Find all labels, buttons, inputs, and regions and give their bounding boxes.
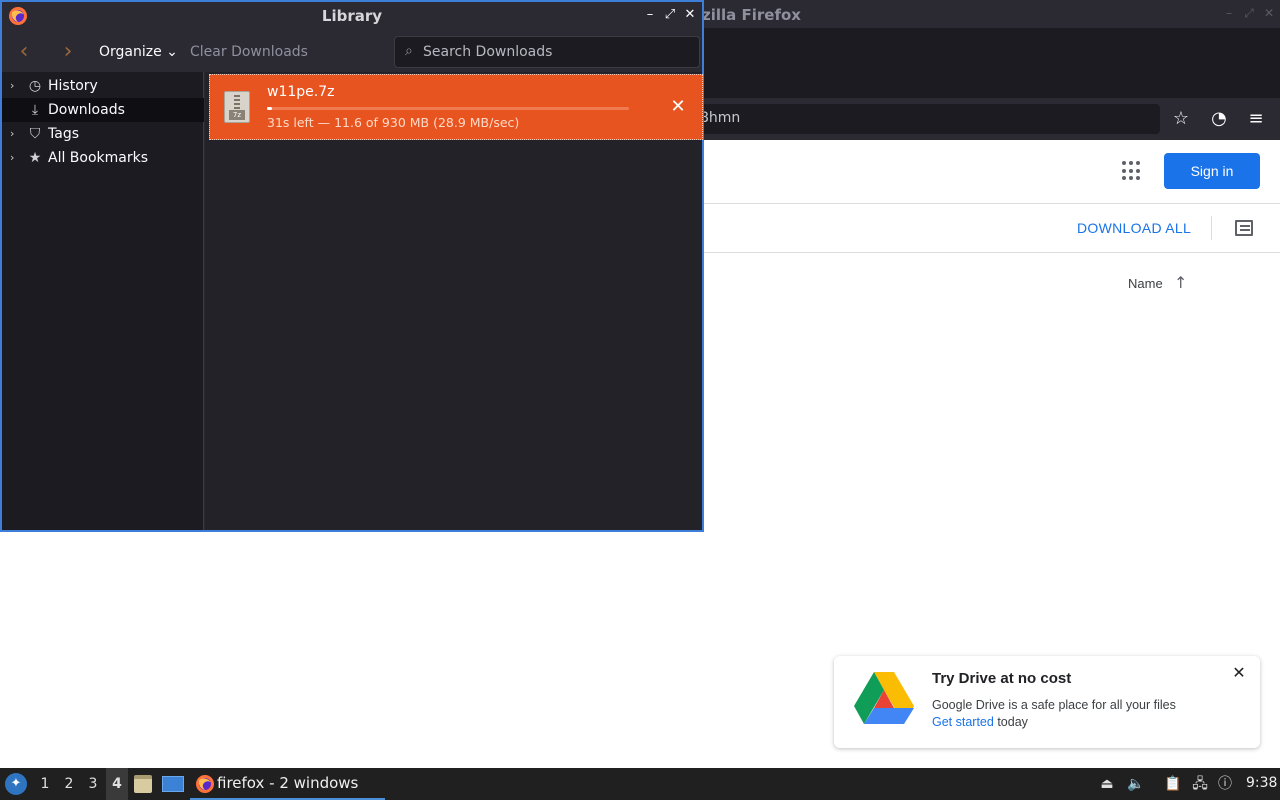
- workspace-2[interactable]: 2: [58, 768, 80, 800]
- promo-link-line: Get started today: [932, 715, 1028, 729]
- minimize-icon[interactable]: –: [642, 7, 658, 23]
- clipboard-icon[interactable]: 📋: [1164, 775, 1182, 793]
- download-progress-bar: [267, 107, 629, 110]
- desktop-screen: zilla Firefox – ⤢ ✕ 8hmn ☆ ◔ ≡ Sign in D…: [0, 0, 1280, 800]
- minimize-icon[interactable]: –: [1222, 6, 1236, 20]
- workspace-1[interactable]: 1: [34, 768, 56, 800]
- url-text[interactable]: 8hmn: [700, 110, 740, 126]
- url-bar[interactable]: [690, 104, 1160, 134]
- start-menu-icon[interactable]: ✦: [5, 773, 27, 795]
- download-status: 31s left — 11.6 of 930 MB (28.9 MB/sec): [267, 115, 520, 130]
- search-input[interactable]: [423, 37, 693, 67]
- forward-arrow-icon[interactable]: ›: [58, 40, 78, 64]
- sidebar-item-label: All Bookmarks: [48, 150, 149, 166]
- chevron-down-icon: ⌄: [161, 44, 178, 60]
- library-title: Library: [321, 7, 383, 25]
- library-sidebar: › ◷ History ⤓ Downloads › ⛉ Tags › ★ All…: [2, 72, 204, 530]
- download-filename: w11pe.7z: [267, 84, 335, 100]
- show-desktop-icon[interactable]: [162, 776, 184, 792]
- download-item[interactable]: w11pe.7z 31s left — 11.6 of 930 MB (28.9…: [209, 74, 703, 140]
- drive-header-divider: [703, 203, 1280, 204]
- cancel-download-icon[interactable]: ✕: [668, 97, 688, 117]
- sort-by-name-header[interactable]: Name: [1128, 276, 1163, 291]
- get-started-link[interactable]: Get started: [932, 715, 994, 729]
- file-manager-icon[interactable]: [134, 775, 152, 793]
- downloads-progress-icon[interactable]: ◔: [1208, 108, 1230, 130]
- sidebar-item-history[interactable]: › ◷ History: [2, 74, 204, 98]
- taskbar-firefox-label: firefox - 2 windows: [217, 774, 359, 792]
- download-all-button[interactable]: DOWNLOAD ALL: [1077, 220, 1191, 236]
- workspace-3[interactable]: 3: [82, 768, 104, 800]
- sidebar-item-label: Downloads: [48, 102, 125, 118]
- promo-link-suffix: today: [993, 715, 1028, 729]
- sign-in-button[interactable]: Sign in: [1164, 153, 1260, 189]
- notification-icon[interactable]: ⓘ: [1216, 775, 1234, 793]
- close-icon[interactable]: ✕: [1262, 6, 1276, 20]
- toolbar-separator: [1211, 216, 1212, 240]
- expand-chevron-icon[interactable]: ›: [10, 74, 22, 98]
- maximize-icon[interactable]: ⤢: [1242, 6, 1256, 20]
- drive-toolbar-divider: [703, 252, 1280, 253]
- clock-icon: ◷: [28, 78, 42, 94]
- organize-menu-button[interactable]: Organize ⌄: [99, 44, 178, 60]
- downloads-list: w11pe.7z 31s left — 11.6 of 930 MB (28.9…: [205, 72, 703, 530]
- promo-title: Try Drive at no cost: [932, 670, 1072, 687]
- eject-icon[interactable]: ⏏: [1098, 775, 1116, 793]
- download-progress-fill: [267, 107, 272, 110]
- clock[interactable]: 9:38: [1246, 775, 1277, 791]
- back-arrow-icon[interactable]: ‹: [14, 40, 34, 64]
- sidebar-item-all-bookmarks[interactable]: › ★ All Bookmarks: [2, 146, 204, 170]
- list-view-icon[interactable]: [1235, 220, 1253, 236]
- library-window: Library – ⤢ ✕ ‹ › Organize ⌄ Clear Downl…: [0, 0, 704, 532]
- sidebar-item-downloads[interactable]: ⤓ Downloads: [2, 98, 204, 122]
- tag-icon: ⛉: [29, 126, 41, 142]
- download-icon: ⤓: [31, 102, 39, 118]
- sidebar-item-label: History: [48, 78, 98, 94]
- taskbar: ✦ 1 2 3 4 firefox - 2 windows ⏏ 🔈 📋 🖧 ⓘ …: [0, 768, 1280, 800]
- workspace-4[interactable]: 4: [106, 768, 128, 800]
- sidebar-item-label: Tags: [48, 126, 79, 142]
- expand-chevron-icon[interactable]: ›: [10, 146, 22, 170]
- star-icon: ★: [28, 150, 42, 166]
- google-apps-icon[interactable]: [1122, 161, 1142, 181]
- hamburger-menu-icon[interactable]: ≡: [1245, 108, 1267, 130]
- firefox-window-title: zilla Firefox: [702, 6, 801, 24]
- archive-file-icon: [224, 91, 250, 123]
- close-icon[interactable]: ✕: [682, 7, 698, 23]
- clear-downloads-button[interactable]: Clear Downloads: [190, 44, 308, 60]
- promo-body: Google Drive is a safe place for all you…: [932, 698, 1176, 712]
- promo-close-icon[interactable]: ✕: [1230, 664, 1248, 682]
- taskbar-firefox-button[interactable]: firefox - 2 windows: [190, 768, 385, 800]
- sort-ascending-arrow-icon[interactable]: ↑: [1174, 273, 1187, 292]
- sidebar-item-tags[interactable]: › ⛉ Tags: [2, 122, 204, 146]
- volume-icon[interactable]: 🔈: [1127, 775, 1145, 793]
- expand-chevron-icon[interactable]: ›: [10, 122, 22, 146]
- search-icon: ⌕: [405, 43, 413, 59]
- maximize-icon[interactable]: ⤢: [662, 7, 678, 23]
- firefox-logo-icon: [196, 775, 214, 793]
- bookmark-star-icon[interactable]: ☆: [1170, 108, 1192, 130]
- google-drive-logo-icon: [854, 672, 914, 724]
- organize-label: Organize: [99, 44, 162, 60]
- network-icon[interactable]: 🖧: [1191, 775, 1209, 793]
- drive-promo-card: Try Drive at no cost Google Drive is a s…: [834, 656, 1260, 748]
- search-box[interactable]: ⌕: [394, 36, 700, 68]
- library-titlebar: Library – ⤢ ✕: [2, 2, 702, 30]
